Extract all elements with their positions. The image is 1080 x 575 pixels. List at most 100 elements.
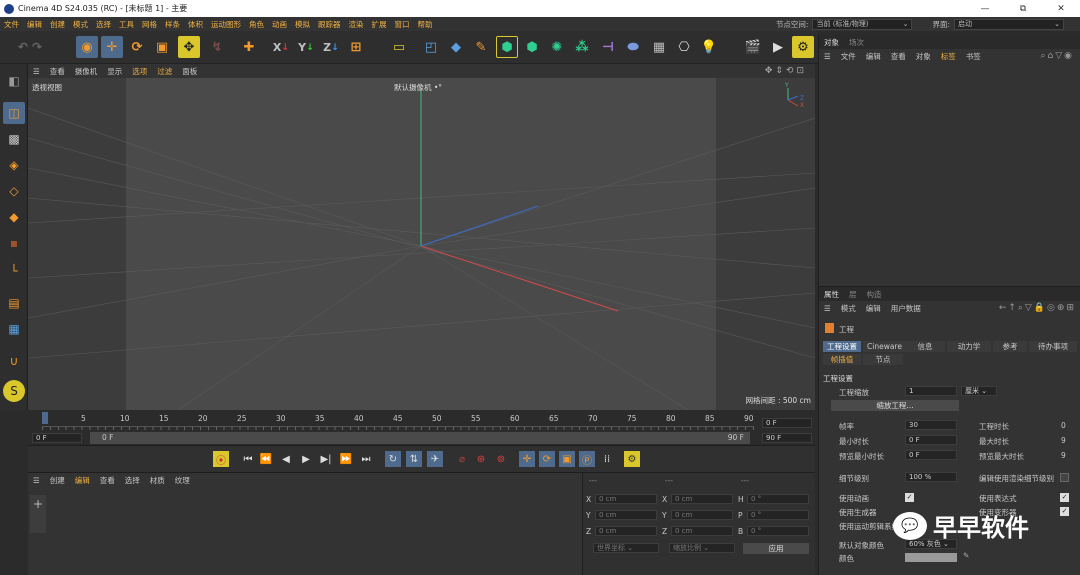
search-icon[interactable]: ⌕⌂▽◉ — [1040, 51, 1074, 61]
hamburger-icon[interactable]: ☰ — [819, 52, 836, 61]
ptab-dynamics[interactable]: 动力学 — [947, 341, 991, 352]
camera-icon[interactable]: ⎔ — [673, 36, 695, 58]
tab-attributes[interactable]: 属性 — [819, 289, 844, 300]
axis-tool-icon[interactable]: ✚ — [238, 36, 260, 58]
tab-objects[interactable]: 对象 — [819, 37, 844, 48]
key-scale-icon[interactable]: ▣ — [559, 451, 575, 467]
coord-size-z-field[interactable]: 0 cm — [671, 526, 733, 536]
use-deformer-checkbox[interactable]: ✓ — [1060, 507, 1069, 516]
cube-icon[interactable]: ◆ — [445, 36, 467, 58]
scheme-settings-icon[interactable]: ⚙ — [624, 451, 640, 467]
node-space-select[interactable]: 当前 (标准/物理) ⌄ — [812, 18, 913, 30]
null-object-icon[interactable]: ◰ — [420, 36, 442, 58]
color-swatch[interactable] — [905, 553, 957, 562]
coord-rot-b-field[interactable]: 0 ° — [747, 526, 809, 536]
viewport-menu-display[interactable]: 显示 — [102, 66, 127, 77]
preview-end-field[interactable]: 90 F — [762, 433, 812, 443]
menu-file[interactable]: 文件 — [0, 19, 23, 30]
go-to-end-icon[interactable]: ⏭ — [358, 451, 374, 467]
key-rotation-icon[interactable]: ⟳ — [539, 451, 555, 467]
coord-pos-z-field[interactable]: 0 cm — [595, 526, 657, 536]
menu-character[interactable]: 角色 — [245, 19, 268, 30]
material-menu-view[interactable]: 查看 — [95, 475, 120, 486]
key-position-icon[interactable]: ✛ — [519, 451, 535, 467]
floor-icon[interactable]: ▦ — [648, 36, 670, 58]
ptab-frame-interp[interactable]: 帧插值 — [823, 354, 861, 365]
key-pla-icon[interactable]: ⁞⁞ — [599, 451, 615, 467]
coord-size-y-field[interactable]: 0 cm — [671, 510, 733, 520]
viewport-menu-panel[interactable]: 面板 — [177, 66, 202, 77]
coord-mode-select[interactable]: 世界坐标 ⌄ — [593, 543, 659, 553]
hamburger-icon[interactable]: ☰ — [28, 476, 45, 485]
play-icon[interactable]: ▶ — [298, 451, 314, 467]
next-key-icon[interactable]: ⏩ — [338, 451, 354, 467]
timeline[interactable]: 051015202530354045505560657075808590 0 F… — [28, 410, 815, 445]
coord-size-x-field[interactable]: 0 cm — [671, 494, 733, 504]
hamburger-icon[interactable]: ☰ — [28, 67, 45, 76]
current-frame-field[interactable]: 0 F — [32, 433, 82, 443]
coord-pos-y-field[interactable]: 0 cm — [595, 510, 657, 520]
render-to-picture-viewer-icon[interactable]: ▶ — [767, 36, 789, 58]
menu-window[interactable]: 窗口 — [391, 19, 414, 30]
attr-menu-mode[interactable]: 模式 — [836, 303, 861, 314]
ptab-todo[interactable]: 待办事项 — [1029, 341, 1077, 352]
menu-simulate[interactable]: 模拟 — [291, 19, 314, 30]
loop-icon[interactable]: ↻ — [385, 451, 401, 467]
preview-min-field[interactable]: 0 F — [905, 450, 957, 460]
menu-spline[interactable]: 样条 — [161, 19, 184, 30]
viewport-menu-options[interactable]: 选项 — [127, 66, 152, 77]
next-frame-icon[interactable]: ▶| — [318, 451, 334, 467]
menu-render[interactable]: 渲染 — [345, 19, 368, 30]
model-mode-icon[interactable]: ◫ — [3, 102, 25, 124]
coord-pos-x-field[interactable]: 0 cm — [595, 494, 657, 504]
mograph-icon[interactable]: ⁂ — [571, 36, 593, 58]
menu-mesh[interactable]: 网格 — [138, 19, 161, 30]
material-menu-texture[interactable]: 纹理 — [170, 475, 195, 486]
ptab-project-settings[interactable]: 工程设置 — [823, 341, 861, 352]
close-button[interactable]: ✕ — [1042, 0, 1080, 17]
make-editable-icon[interactable]: ◧ — [3, 70, 25, 92]
coord-scale-select[interactable]: 缩放比例 ⌄ — [669, 543, 735, 553]
add-material-icon[interactable]: + — [30, 495, 46, 533]
live-select-icon[interactable]: ◉ — [76, 36, 98, 58]
tab-takes[interactable]: 场次 — [844, 37, 869, 48]
render-view-icon[interactable]: 🎬 — [742, 36, 764, 58]
playhead-handle[interactable] — [42, 412, 48, 424]
viewport-menu-camera[interactable]: 摄像机 — [70, 66, 103, 77]
extrude-icon[interactable]: ⬢ — [521, 36, 543, 58]
camera-label[interactable]: 默认摄像机 •° — [394, 82, 442, 93]
scale-tool-icon[interactable]: ▣ — [151, 36, 173, 58]
go-to-start-icon[interactable]: ⏮ — [240, 451, 256, 467]
uv-mode-icon[interactable]: ▪ — [3, 232, 25, 254]
axis-mode-icon[interactable]: └ — [3, 260, 25, 282]
object-menu-view[interactable]: 查看 — [886, 51, 911, 62]
object-menu-edit[interactable]: 编辑 — [861, 51, 886, 62]
apply-button[interactable]: 应用 — [743, 543, 809, 554]
menu-volume[interactable]: 体积 — [184, 19, 207, 30]
menu-extensions[interactable]: 扩展 — [368, 19, 391, 30]
viewport-menu-view[interactable]: 查看 — [45, 66, 70, 77]
key-param-icon[interactable]: Ⓟ — [579, 451, 595, 467]
viewport-menu-filter[interactable]: 过滤 — [152, 66, 177, 77]
undo-redo-icon[interactable]: ↶ ↷ — [6, 36, 54, 58]
material-menu-material[interactable]: 材质 — [145, 475, 170, 486]
menu-mograph[interactable]: 运动图形 — [207, 19, 245, 30]
coordinate-system-icon[interactable]: ⊞ — [345, 36, 367, 58]
attr-nav-icon[interactable]: ←↑⌕▽🔒◎⊕⊞ — [999, 303, 1076, 313]
maximize-button[interactable]: ⧉ — [1004, 0, 1042, 17]
menu-tools[interactable]: 工具 — [115, 19, 138, 30]
viewport-navigation-icon[interactable]: ✥⇕⟲⊡ — [765, 66, 807, 76]
transform-tool-icon[interactable]: ✥ — [178, 36, 200, 58]
keyframe-selection-icon[interactable]: ⌀ — [454, 451, 470, 467]
light-icon[interactable]: 💡 — [698, 36, 720, 58]
workplane-icon[interactable]: ▤ — [3, 292, 25, 314]
timeline-motion-icon[interactable]: ⇅ — [406, 451, 422, 467]
cloner-icon[interactable]: ✺ — [546, 36, 568, 58]
z-axis-lock-icon[interactable]: Z ↓ — [320, 36, 342, 58]
coord-rot-h-field[interactable]: 0 ° — [747, 494, 809, 504]
scale-project-button[interactable]: 缩放工程... — [831, 400, 959, 411]
timeline-ruler[interactable]: 051015202530354045505560657075808590 — [42, 412, 754, 430]
material-menu-create[interactable]: 创建 — [45, 475, 70, 486]
pen-tool-icon[interactable]: ✎ — [470, 36, 492, 58]
bend-deformer-icon[interactable]: ⊣ — [597, 36, 619, 58]
